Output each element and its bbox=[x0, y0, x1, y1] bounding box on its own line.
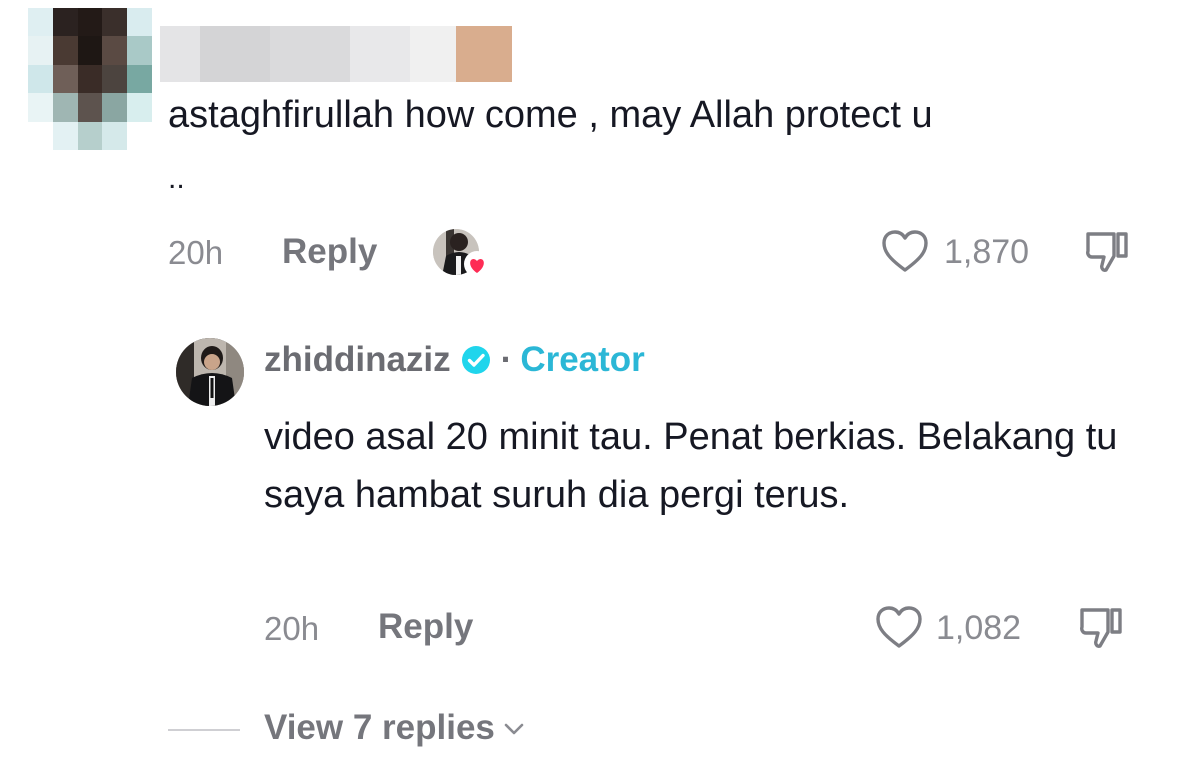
reply-dislike-button[interactable] bbox=[1076, 602, 1128, 654]
comment-like-button[interactable] bbox=[880, 228, 930, 274]
creator-username-row: zhiddinaziz · Creator bbox=[264, 340, 645, 380]
view-replies-divider bbox=[168, 729, 240, 731]
comment-timestamp: 20h bbox=[168, 234, 224, 271]
reply-timestamp: 20h bbox=[264, 610, 320, 647]
reply-like-button[interactable] bbox=[874, 604, 924, 650]
verified-badge-icon bbox=[459, 343, 493, 377]
creator-liked-icon bbox=[432, 228, 492, 280]
thumbs-down-icon bbox=[1086, 232, 1128, 272]
comment-dislike-button[interactable] bbox=[1082, 226, 1134, 278]
creator-username[interactable]: zhiddinaziz bbox=[264, 340, 451, 380]
reply-reply-button[interactable]: Reply bbox=[378, 607, 473, 647]
creator-reply-text: video asal 20 minit tau. Penat berkias. … bbox=[264, 416, 1118, 516]
commenter-username-obscured[interactable] bbox=[160, 26, 512, 82]
comment-text: astaghfirullah how come , may Allah prot… bbox=[168, 94, 933, 136]
view-replies-button[interactable]: View 7 replies bbox=[264, 708, 529, 748]
heart-outline-icon bbox=[876, 606, 922, 648]
commenter-avatar[interactable] bbox=[28, 8, 152, 150]
comment-reply-button[interactable]: Reply bbox=[282, 232, 377, 272]
thumbs-down-icon bbox=[1080, 608, 1122, 648]
heart-outline-icon bbox=[882, 230, 928, 272]
chevron-down-icon bbox=[499, 713, 529, 743]
comment-like-count: 1,870 bbox=[944, 233, 1030, 271]
comment-text-continuation: .. bbox=[168, 162, 185, 195]
reply-like-count: 1,082 bbox=[936, 609, 1022, 647]
creator-avatar[interactable] bbox=[176, 338, 244, 406]
view-replies-label: View 7 replies bbox=[264, 708, 495, 747]
username-separator: · bbox=[500, 340, 513, 379]
creator-tag: Creator bbox=[520, 340, 645, 379]
